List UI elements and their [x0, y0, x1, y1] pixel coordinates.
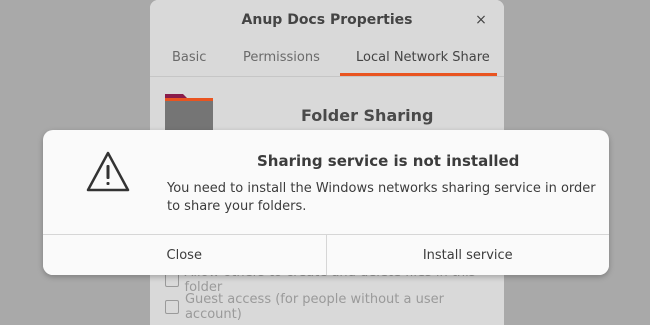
- dialog-message: You need to install the Windows networks…: [167, 181, 596, 214]
- desktop: Anup Docs Properties × Basic Permissions…: [0, 0, 650, 325]
- window-header: Anup Docs Properties ×: [150, 0, 504, 42]
- folder-icon: [165, 94, 213, 132]
- checkbox-box[interactable]: [165, 273, 179, 287]
- guest-access-label: Guest access (for people without a user …: [184, 292, 444, 322]
- window-title: Anup Docs Properties: [241, 12, 413, 28]
- close-button[interactable]: Close: [43, 235, 327, 275]
- guest-access-checkbox[interactable]: Guest access (for people without a user …: [165, 292, 504, 322]
- install-service-button[interactable]: Install service: [326, 235, 609, 275]
- folder-sharing-heading: Folder Sharing: [301, 106, 434, 125]
- warning-icon: [86, 151, 130, 192]
- close-icon[interactable]: ×: [472, 10, 490, 30]
- sharing-service-dialog: Sharing service is not installed You nee…: [43, 130, 609, 275]
- tab-permissions[interactable]: Permissions: [243, 50, 320, 65]
- tab-basic[interactable]: Basic: [172, 50, 206, 65]
- tab-local-network-share[interactable]: Local Network Share: [356, 50, 490, 65]
- checkbox-box[interactable]: [165, 300, 179, 314]
- active-tab-indicator: [340, 73, 497, 76]
- dialog-title: Sharing service is not installed: [257, 152, 520, 170]
- tab-bar: Basic Permissions Local Network Share: [150, 42, 504, 77]
- dialog-button-row: Close Install service: [43, 234, 609, 275]
